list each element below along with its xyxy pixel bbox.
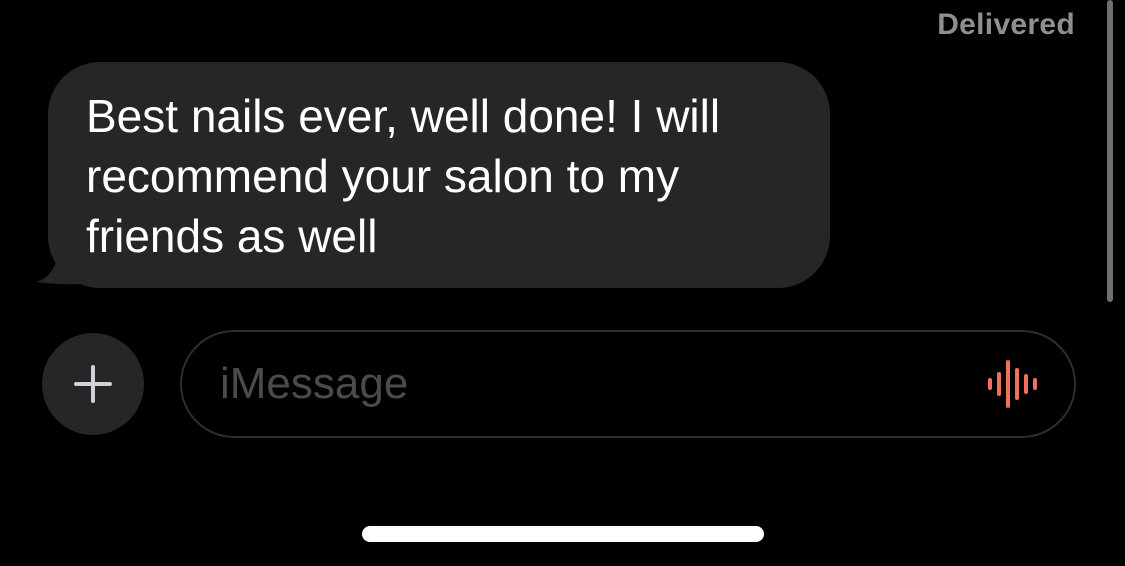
message-incoming[interactable]: Best nails ever, well done! I will recom… (30, 62, 830, 288)
message-text: Best nails ever, well done! I will recom… (86, 90, 721, 262)
message-bubble: Best nails ever, well done! I will recom… (48, 62, 830, 288)
delivery-status: Delivered (937, 8, 1075, 41)
add-attachment-button[interactable] (42, 333, 144, 435)
message-input-placeholder: iMessage (220, 359, 409, 408)
messages-screen: Delivered Best nails ever, well done! I … (0, 0, 1125, 566)
message-input[interactable]: iMessage (180, 330, 1076, 438)
audio-waveform-icon[interactable] (984, 358, 1044, 410)
home-indicator[interactable] (362, 526, 764, 542)
plus-icon (74, 365, 112, 403)
scrollbar[interactable] (1107, 0, 1113, 302)
